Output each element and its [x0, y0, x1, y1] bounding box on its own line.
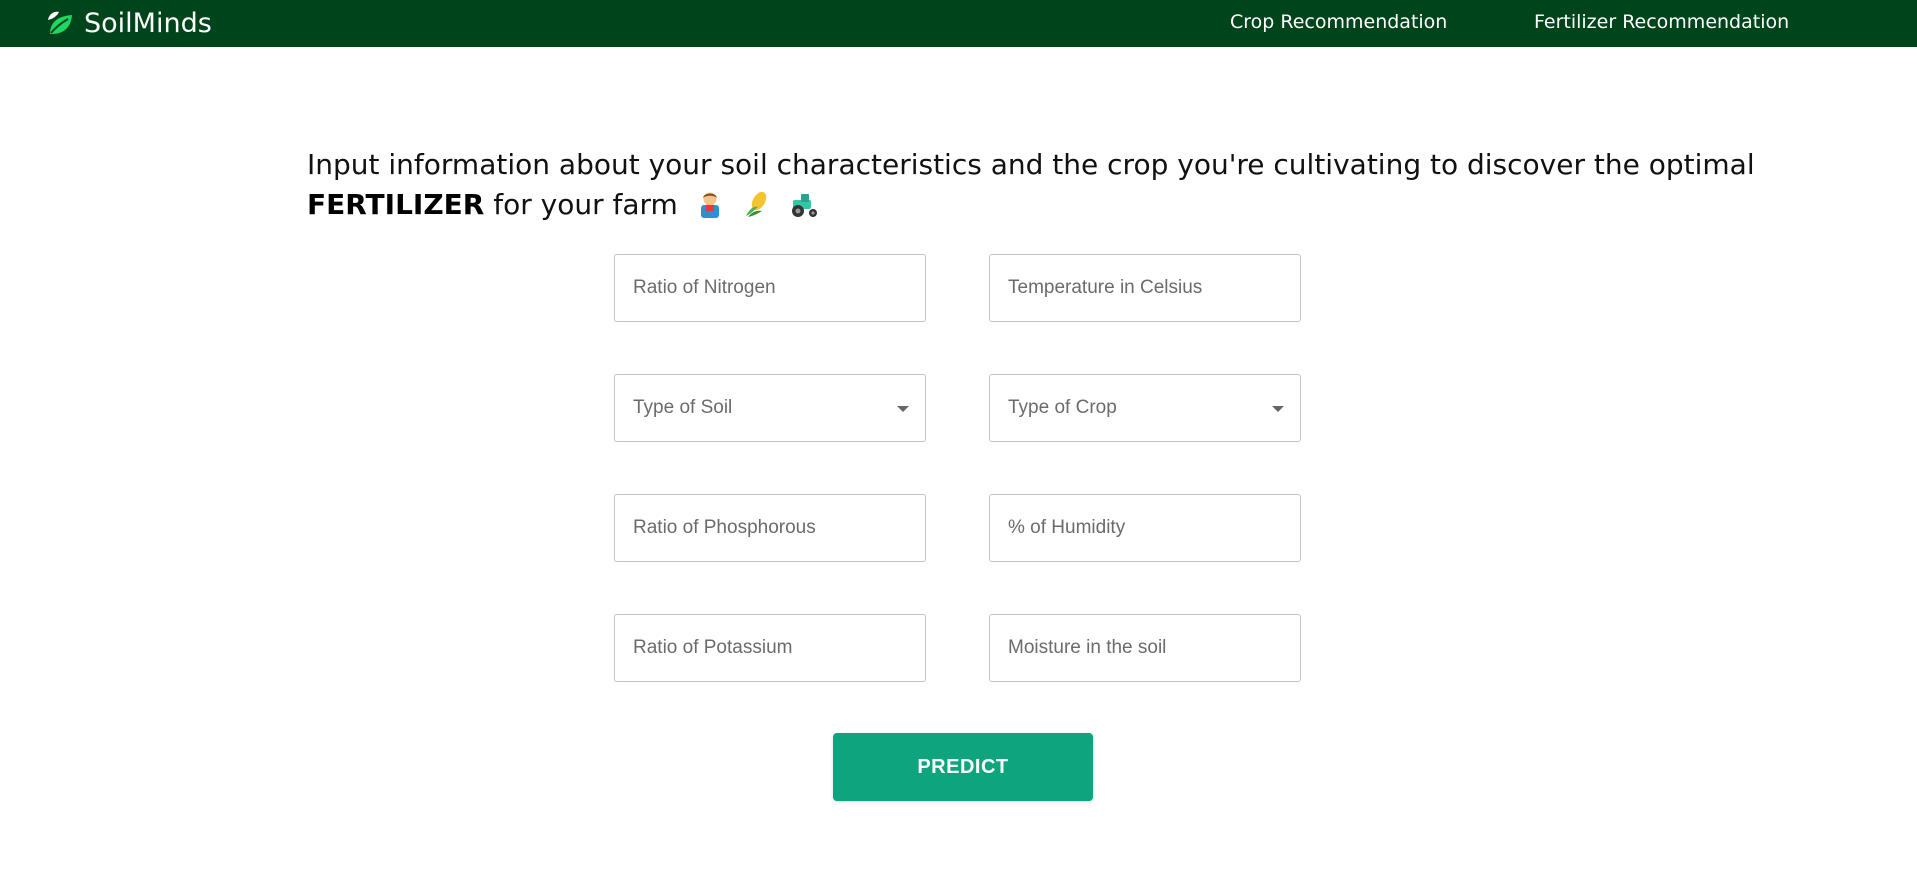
navbar: SoilMinds Crop Recommendation Fertilizer… [0, 0, 1917, 47]
soil-type-label: Type of Soil [633, 397, 733, 418]
moisture-input[interactable] [989, 614, 1301, 682]
nav-link-crop-recommendation[interactable]: Crop Recommendation [1230, 11, 1447, 33]
chevron-down-icon [1272, 406, 1284, 412]
crop-type-select[interactable]: Type of Crop [989, 374, 1301, 442]
potassium-input[interactable] [614, 614, 926, 682]
tractor-icon [791, 194, 817, 217]
brand-link[interactable]: SoilMinds [44, 6, 212, 41]
nav-link-fertilizer-recommendation[interactable]: Fertilizer Recommendation [1534, 11, 1789, 33]
brand-name: SoilMinds [84, 8, 212, 39]
crop-type-label: Type of Crop [1008, 397, 1117, 418]
humidity-input[interactable] [989, 494, 1301, 562]
intro-text: Input information about your soil charac… [307, 145, 1897, 225]
nitrogen-input[interactable] [614, 254, 926, 322]
farmer-icon [700, 192, 719, 218]
temperature-input[interactable] [989, 254, 1301, 322]
predict-button[interactable]: PREDICT [833, 733, 1093, 801]
chevron-down-icon [897, 406, 909, 412]
intro-text-after: for your farm [484, 188, 678, 221]
phosphorous-input[interactable] [614, 494, 926, 562]
intro-text-before: Input information about your soil charac… [307, 148, 1755, 181]
intro-highlight: FERTILIZER [307, 188, 485, 221]
leaf-logo-icon [48, 11, 72, 34]
corn-icon [745, 191, 766, 217]
soil-type-select[interactable]: Type of Soil [614, 374, 926, 442]
